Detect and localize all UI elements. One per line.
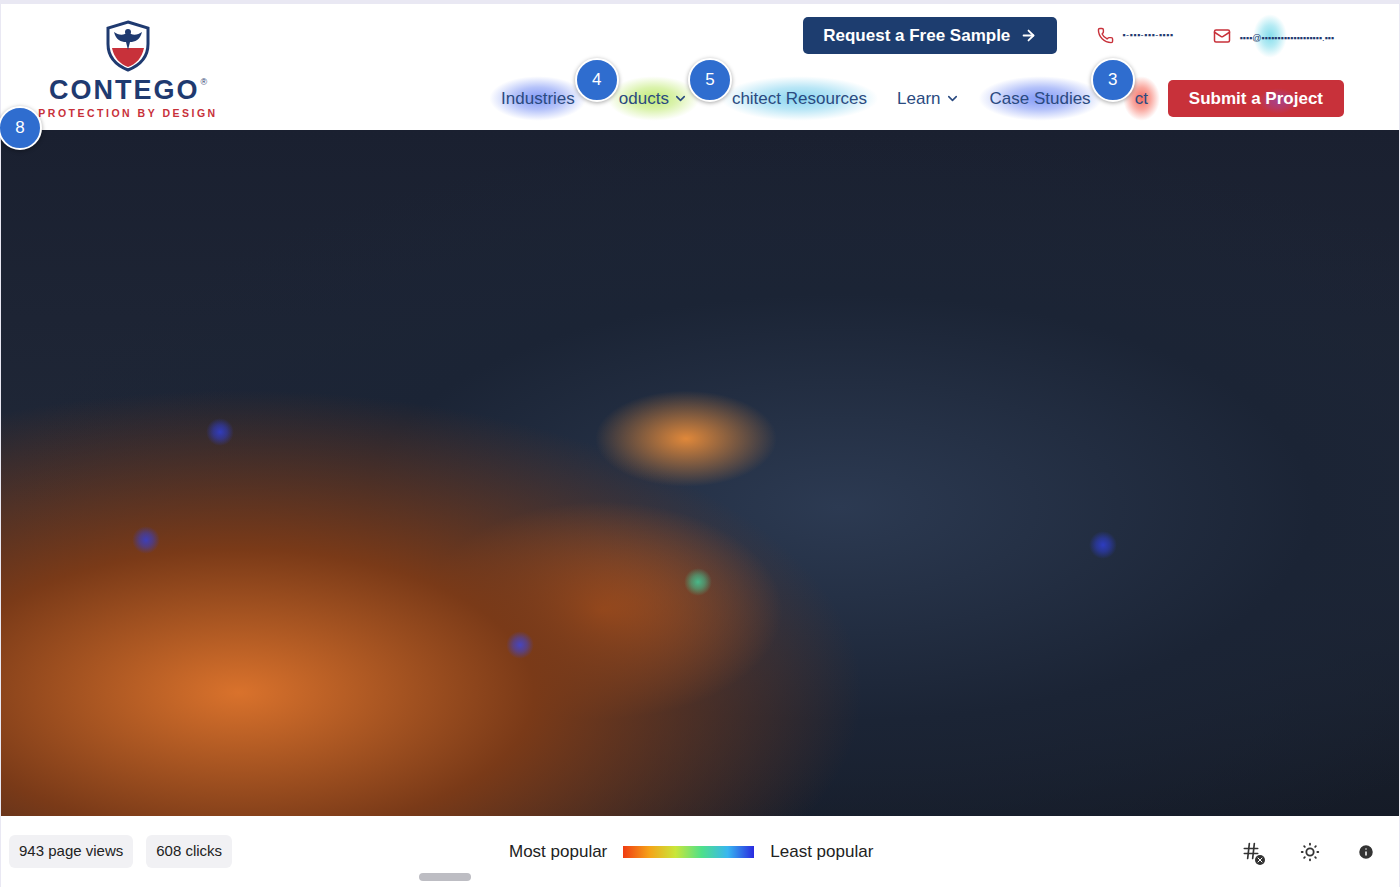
info-icon[interactable] <box>1357 843 1375 861</box>
hero-image <box>1 130 1399 816</box>
heat-spot <box>1089 531 1117 559</box>
mail-icon <box>1213 27 1231 45</box>
heat-spot <box>506 631 534 659</box>
contrast-sun-icon[interactable] <box>1299 841 1321 863</box>
logo[interactable]: CONTEGO®PROTECTION BY DESIGN <box>35 20 221 122</box>
click-count-badge[interactable]: 8 <box>0 106 42 150</box>
click-count-badge[interactable]: 5 <box>688 58 732 102</box>
phone-icon <box>1097 27 1114 44</box>
phone-link[interactable]: ▪-▪▪▪-▪▪▪-▪▪▪▪ <box>1097 27 1173 44</box>
submit-project-button[interactable]: Submit a Project <box>1168 80 1344 117</box>
shield-phoenix-icon <box>104 20 152 72</box>
toggle-numbers-button[interactable] <box>1241 841 1263 863</box>
chevron-down-icon <box>673 91 688 106</box>
heat-spot <box>684 568 712 596</box>
page-views-pill: 943 page views <box>9 835 133 868</box>
nav-item[interactable]: 3ct <box>1135 86 1148 112</box>
main-nav: Industries 4oducts 5chitect Resources Learn… <box>221 80 1344 117</box>
click-count-badge[interactable]: 4 <box>575 58 619 102</box>
clicks-pill: 608 clicks <box>146 835 232 868</box>
click-count-badge[interactable]: 3 <box>1091 58 1135 102</box>
nav-item[interactable]: 5chitect Resources <box>732 86 867 112</box>
request-sample-button[interactable]: Request a Free Sample <box>803 17 1057 54</box>
website-frame: CONTEGO®PROTECTION BY DESIGN Request a Fr… <box>1 4 1399 816</box>
heat-spot <box>206 418 234 446</box>
x-icon <box>1256 856 1264 864</box>
heatmap-viewer: CONTEGO®PROTECTION BY DESIGN Request a Fr… <box>0 0 1400 887</box>
nav-item[interactable]: Case Studies <box>990 86 1091 112</box>
nav-item[interactable]: Learn <box>897 86 959 112</box>
nav-item[interactable]: 4oducts <box>619 86 688 112</box>
email-link[interactable]: ▪▪▪▪@▪▪▪▪▪▪▪▪▪▪▪▪▪▪▪▪▪▪▪.▪▪▪ <box>1213 24 1334 48</box>
drag-handle[interactable] <box>419 873 471 881</box>
chevron-down-icon <box>945 91 960 106</box>
arrow-right-icon <box>1020 27 1037 44</box>
nav-item[interactable]: Industries <box>501 86 575 112</box>
site-header: CONTEGO®PROTECTION BY DESIGN Request a Fr… <box>1 4 1399 130</box>
heatmap-toolbar: 943 page views 608 clicks Most popularLeas… <box>1 816 1399 887</box>
legend-gradient <box>623 846 754 858</box>
heat-spot <box>132 526 160 554</box>
heat-legend: Most popularLeast popular <box>509 839 873 865</box>
